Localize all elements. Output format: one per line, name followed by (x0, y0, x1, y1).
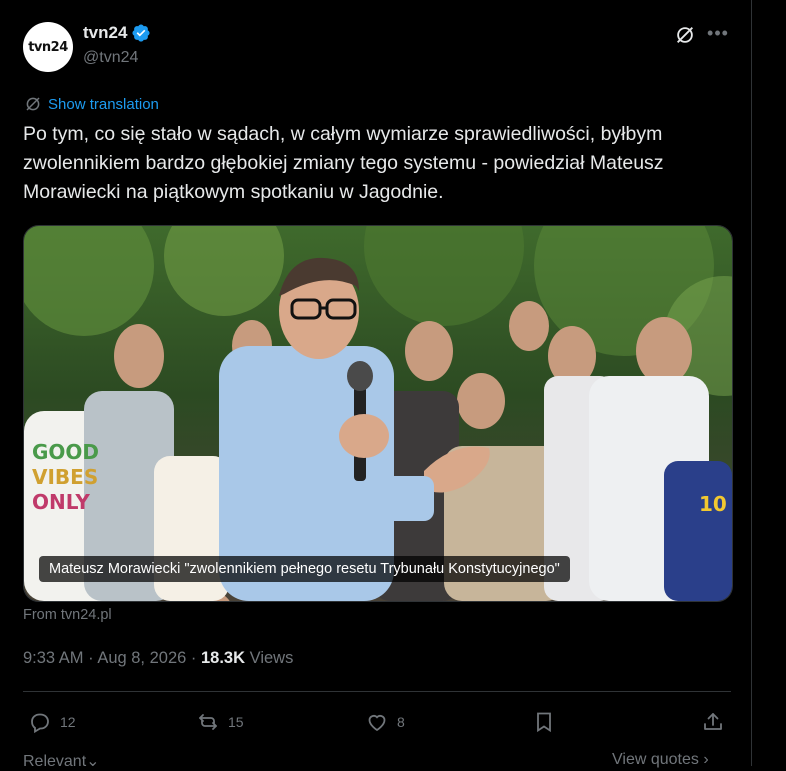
tweet-date[interactable]: Aug 8, 2026 (97, 649, 186, 667)
divider (23, 691, 731, 692)
more-icon[interactable]: ••• (707, 24, 729, 46)
link-card[interactable]: GOOD VIBES ONLY 10 Mateusz Morawiecki "z… (23, 225, 733, 602)
share-button[interactable] (701, 710, 725, 734)
repost-button[interactable]: 15 (196, 710, 244, 734)
tweet-text: Po tym, co się stało w sądach, w całym w… (23, 123, 664, 203)
chevron-right-icon: › (703, 751, 709, 768)
display-name[interactable]: tvn24 (83, 23, 127, 43)
grok-icon[interactable] (674, 24, 696, 46)
repost-icon (199, 714, 217, 730)
heart-icon (368, 714, 386, 732)
avatar-logo-text: tvn24 (28, 39, 68, 55)
author-name-row[interactable]: tvn24 (83, 23, 151, 43)
reply-icon (31, 713, 49, 734)
card-photo[interactable]: GOOD VIBES ONLY 10 (24, 226, 732, 601)
grok-translate-icon (24, 95, 42, 113)
card-source[interactable]: From tvn24.pl (23, 607, 112, 623)
bookmark-button[interactable] (532, 710, 556, 734)
like-count: 8 (397, 714, 405, 730)
shirt-text-vibes: VIBES (32, 465, 98, 489)
shirt-text-only: ONLY (32, 490, 90, 514)
bookmark-icon (537, 712, 551, 733)
card-caption[interactable]: Mateusz Morawiecki "zwolennikiem pełnego… (39, 556, 570, 582)
tweet-meta: 9:33 AM · Aug 8, 2026 · 18.3K Views (23, 649, 293, 668)
share-icon (704, 713, 722, 730)
shirt-text-good: GOOD (32, 440, 99, 464)
jersey-number: 10 (699, 492, 727, 516)
avatar[interactable]: tvn24 (23, 22, 73, 72)
verified-badge-icon[interactable] (131, 23, 151, 43)
tweet-time[interactable]: 9:33 AM (23, 649, 84, 667)
sort-relevant-dropdown[interactable]: Relevant⌄ (23, 751, 100, 771)
views-label: Views (249, 649, 294, 667)
meta-separator: · (88, 649, 98, 667)
column-border (751, 0, 752, 766)
show-translation[interactable]: Show translation (24, 95, 159, 113)
view-quotes-label: View quotes (612, 751, 699, 768)
repost-count: 15 (228, 714, 244, 730)
sort-label: Relevant (23, 753, 87, 770)
like-button[interactable]: 8 (365, 710, 405, 734)
meta-separator: · (190, 649, 201, 667)
show-translation-link[interactable]: Show translation (48, 96, 159, 113)
views-count: 18.3K (201, 649, 246, 667)
author-handle[interactable]: @tvn24 (83, 49, 138, 67)
chevron-down-icon: ⌄ (86, 753, 100, 770)
reply-button[interactable]: 12 (28, 710, 76, 734)
view-quotes-link[interactable]: View quotes › (612, 751, 709, 769)
reply-count: 12 (60, 714, 76, 730)
